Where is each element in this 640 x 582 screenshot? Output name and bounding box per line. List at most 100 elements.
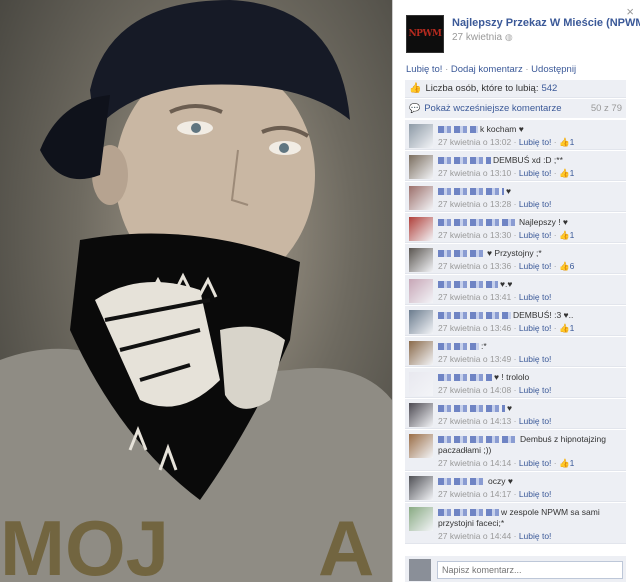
commenter-name-redacted[interactable]	[438, 478, 486, 486]
comment-like-count[interactable]: 👍1	[559, 323, 574, 333]
comment-like-count[interactable]: 👍6	[559, 261, 574, 271]
commenter-name-redacted[interactable]	[438, 509, 499, 517]
comment-timestamp[interactable]: 27 kwietnia o 14:14	[438, 458, 511, 468]
comment-timestamp[interactable]: 27 kwietnia o 14:08	[438, 385, 511, 395]
comment-row: oczy ♥ 27 kwietnia o 14:17 · Lubię to!	[405, 472, 626, 502]
commenter-avatar[interactable]	[409, 403, 433, 427]
comment-timestamp[interactable]: 27 kwietnia o 13:41	[438, 292, 511, 302]
comment-like-link[interactable]: Lubię to!	[519, 416, 552, 426]
page-avatar[interactable]: NPWM	[406, 15, 444, 53]
comment-timestamp[interactable]: 27 kwietnia o 13:36	[438, 261, 511, 271]
likes-summary: 👍 Liczba osób, które to lubią: 542	[405, 80, 626, 98]
commenter-avatar[interactable]	[409, 434, 433, 458]
comment-meta: 27 kwietnia o 13:46 · Lubię to! · 👍1	[438, 323, 575, 333]
photo-image: MOJ A	[0, 0, 392, 582]
comment-like-count[interactable]: 👍1	[559, 168, 574, 178]
comment-like-link[interactable]: Lubię to!	[519, 531, 552, 541]
like-post-link[interactable]: Lubię to!	[406, 64, 442, 75]
comment-row: w zespole NPWM sa sami przystojni faceci…	[405, 503, 626, 544]
comment-meta: 27 kwietnia o 13:30 · Lubię to! · 👍1	[438, 230, 575, 240]
comment-like-link[interactable]: Lubię to!	[519, 230, 552, 240]
comment-like-count[interactable]: 👍1	[559, 137, 574, 147]
comment-timestamp[interactable]: 27 kwietnia o 13:49	[438, 354, 511, 364]
comment-meta: 27 kwietnia o 14:14 · Lubię to! · 👍1	[438, 458, 575, 468]
comment-timestamp[interactable]: 27 kwietnia o 14:13	[438, 416, 511, 426]
comment-timestamp[interactable]: 27 kwietnia o 14:17	[438, 489, 511, 499]
comment-timestamp[interactable]: 27 kwietnia o 13:10	[438, 168, 511, 178]
previous-comments-bar[interactable]: 💬 Pokaż wcześniejsze komentarze 50 z 79	[405, 99, 626, 118]
comment-like-link[interactable]: Lubię to!	[519, 292, 552, 302]
page-name-link[interactable]: Najlepszy Przekaz W Mieście (NPWM)	[452, 17, 640, 29]
commenter-avatar[interactable]	[409, 186, 433, 210]
commenter-avatar[interactable]	[409, 279, 433, 303]
commenter-name-redacted[interactable]	[438, 405, 505, 413]
comment-like-count[interactable]: 👍1	[559, 230, 574, 240]
commenter-name-redacted[interactable]	[438, 188, 504, 196]
comment-timestamp[interactable]: 27 kwietnia o 13:30	[438, 230, 511, 240]
comment-timestamp[interactable]: 27 kwietnia o 13:28	[438, 199, 511, 209]
commenter-name-redacted[interactable]	[438, 312, 511, 320]
comment-like-link[interactable]: Lubię to!	[519, 385, 552, 395]
globe-icon: ◍	[504, 32, 513, 42]
comment-body: ♥	[506, 186, 512, 196]
comment-timestamp[interactable]: 27 kwietnia o 14:44	[438, 531, 511, 541]
photo-viewer[interactable]: MOJ A	[0, 0, 392, 582]
commenter-avatar[interactable]	[409, 341, 433, 365]
comment-meta: 27 kwietnia o 13:02 · Lubię to! · 👍1	[438, 137, 575, 147]
comment-text: ♥	[438, 403, 623, 414]
commenter-avatar[interactable]	[409, 372, 433, 396]
comment-body: Najlepszy ! ♥	[519, 217, 568, 227]
comments-list: k kocham ♥ 27 kwietnia o 13:02 · Lubię to…	[405, 120, 626, 556]
comment-like-count[interactable]: 👍1	[559, 458, 574, 468]
commenter-name-redacted[interactable]	[438, 126, 478, 134]
commenter-name-redacted[interactable]	[438, 281, 498, 289]
comment-body: DEMBUŚ xd :D ;**	[493, 155, 563, 165]
thumbs-up-icon: 👍	[559, 323, 570, 333]
commenter-avatar[interactable]	[409, 507, 433, 531]
comment-body: ♥	[507, 403, 513, 413]
commenter-avatar[interactable]	[409, 155, 433, 179]
comment-meta: 27 kwietnia o 14:44 · Lubię to!	[438, 531, 552, 541]
commenter-name-redacted[interactable]	[438, 219, 517, 227]
comment-like-link[interactable]: Lubię to!	[519, 137, 552, 147]
comment-text: DEMBUŚ xd :D ;**	[438, 155, 623, 166]
comment-like-link[interactable]: Lubię to!	[519, 261, 552, 271]
comment-body: k kocham ♥	[480, 124, 524, 134]
commenter-avatar[interactable]	[409, 217, 433, 241]
comment-meta: 27 kwietnia o 13:49 · Lubię to!	[438, 354, 552, 364]
comment-text: oczy ♥	[438, 476, 623, 487]
comment-like-link[interactable]: Lubię to!	[519, 168, 552, 178]
comment-row: ♥ ! trololo 27 kwietnia o 14:08 · Lubię t…	[405, 368, 626, 398]
add-comment-link[interactable]: Dodaj komentarz	[451, 64, 523, 75]
likes-count-link[interactable]: 542	[541, 83, 557, 94]
comment-input[interactable]	[437, 561, 623, 579]
commenter-avatar[interactable]	[409, 476, 433, 500]
comment-like-link[interactable]: Lubię to!	[519, 199, 552, 209]
comment-timestamp[interactable]: 27 kwietnia o 13:46	[438, 323, 511, 333]
comment-row: DEMBUŚ! :3 ♥.. 27 kwietnia o 13:46 · Lubi…	[405, 306, 626, 336]
thumbs-up-icon: 👍	[559, 168, 570, 178]
commenter-avatar[interactable]	[409, 124, 433, 148]
show-previous-comments-link[interactable]: Pokaż wcześniejsze komentarze	[424, 103, 561, 114]
thumbs-up-icon: 👍	[559, 458, 570, 468]
comment-like-link[interactable]: Lubię to!	[519, 458, 552, 468]
comment-row: Najlepszy ! ♥ 27 kwietnia o 13:30 · Lubię…	[405, 213, 626, 243]
commenter-avatar[interactable]	[409, 248, 433, 272]
comment-like-link[interactable]: Lubię to!	[519, 323, 552, 333]
comment-like-link[interactable]: Lubię to!	[519, 354, 552, 364]
comment-like-link[interactable]: Lubię to!	[519, 489, 552, 499]
commenter-name-redacted[interactable]	[438, 250, 485, 258]
thumbs-up-icon: 👍	[559, 230, 570, 240]
commenter-name-redacted[interactable]	[438, 374, 492, 382]
thumbs-up-icon: 👍	[409, 83, 422, 94]
share-link[interactable]: Udostępnij	[531, 64, 576, 75]
comment-meta: 27 kwietnia o 13:28 · Lubię to!	[438, 199, 552, 209]
post-date-text[interactable]: 27 kwietnia	[452, 32, 502, 43]
comment-row: ♥ 27 kwietnia o 13:28 · Lubię to!	[405, 182, 626, 212]
commenter-name-redacted[interactable]	[438, 436, 518, 444]
svg-text:A: A	[318, 504, 374, 582]
comment-timestamp[interactable]: 27 kwietnia o 13:02	[438, 137, 511, 147]
commenter-name-redacted[interactable]	[438, 157, 491, 165]
commenter-avatar[interactable]	[409, 310, 433, 334]
commenter-name-redacted[interactable]	[438, 343, 479, 351]
